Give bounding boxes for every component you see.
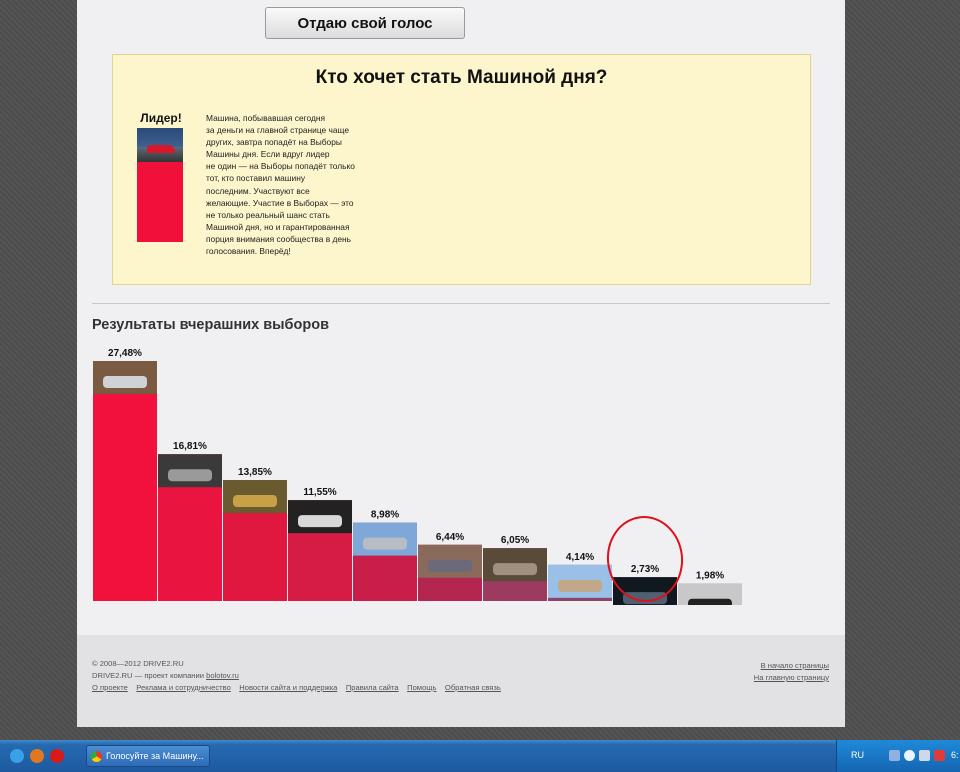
volume-icon[interactable] bbox=[919, 750, 930, 761]
leader-car-photo[interactable] bbox=[137, 128, 183, 162]
car-icon bbox=[363, 537, 407, 550]
promo-text: Машина, побывавшая сегодня за деньги на … bbox=[206, 112, 374, 257]
security-shield-icon[interactable] bbox=[934, 750, 945, 761]
car-icon bbox=[233, 495, 277, 508]
promo-text-line: порция внимания сообщества в день bbox=[206, 233, 352, 244]
promo-box: Кто хочет стать Машиной дня? Лидер! Маши… bbox=[112, 54, 811, 285]
car-icon bbox=[493, 563, 537, 576]
app-tray-icon[interactable] bbox=[904, 750, 915, 761]
chrome-icon bbox=[91, 750, 102, 762]
car-icon bbox=[147, 145, 175, 153]
result-car-photo[interactable] bbox=[418, 544, 482, 578]
footer-company-link[interactable]: bolotov.ru bbox=[206, 671, 239, 680]
opera-icon[interactable] bbox=[50, 749, 64, 763]
promo-text-line: не только реальный шанс стать bbox=[206, 209, 330, 220]
footer-home-link[interactable]: На главную страницу bbox=[754, 673, 829, 682]
footer-link-rules[interactable]: Правила сайта bbox=[346, 683, 399, 692]
result-car-photo[interactable] bbox=[678, 583, 742, 605]
taskbar: Голосуйте за Машину... RU 6: bbox=[0, 740, 960, 772]
promo-title: Кто хочет стать Машиной дня? bbox=[315, 67, 608, 88]
car-icon bbox=[103, 376, 147, 388]
promo-text-line: за деньги на главной странице чаще bbox=[206, 125, 349, 136]
result-bar bbox=[93, 361, 157, 601]
taskbar-window-button[interactable]: Голосуйте за Машину... bbox=[86, 745, 210, 767]
footer-link-advertising[interactable]: Реклама и сотрудничество bbox=[136, 683, 231, 692]
footer-copyright: © 2008—2012 DRIVE2.RU bbox=[92, 659, 184, 668]
firefox-icon[interactable] bbox=[30, 749, 44, 763]
results-chart: 27,48% 16,81% 13,85% 11,55% 8,98% 6,44% 6,05% 4… bbox=[93, 348, 742, 605]
promo-text-line: голосования. Вперёд! bbox=[206, 246, 291, 257]
result-car-photo[interactable] bbox=[158, 454, 222, 488]
car-icon bbox=[298, 515, 342, 528]
footer-company: DRIVE2.RU — проект компании bolotov.ru bbox=[92, 671, 239, 680]
result-car-photo[interactable] bbox=[353, 522, 417, 556]
car-icon bbox=[168, 469, 212, 482]
result-percent-label: 4,14% bbox=[566, 552, 594, 563]
car-icon bbox=[688, 598, 732, 605]
system-tray: RU 6: bbox=[836, 740, 960, 772]
result-car-photo[interactable] bbox=[483, 548, 547, 582]
footer-home-link-wrap: На главную страницу bbox=[754, 673, 829, 682]
results-title: Результаты вчерашних выборов bbox=[92, 317, 329, 333]
result-car-photo[interactable] bbox=[548, 564, 612, 598]
promo-text-line: тот, кто поставил машину bbox=[206, 173, 306, 184]
promo-text-line: Машина, побывавшая сегодня bbox=[206, 113, 326, 123]
divider bbox=[92, 303, 830, 304]
page: Отдаю свой голос Кто хочет стать Машиной… bbox=[77, 0, 845, 727]
footer-company-text: DRIVE2.RU — проект компании bbox=[92, 671, 204, 680]
footer-link-help[interactable]: Помощь bbox=[407, 683, 436, 692]
promo-text-line: последним. Участвуют все bbox=[206, 185, 310, 196]
footer-top-link-wrap: В начало страницы bbox=[761, 661, 829, 670]
car-icon bbox=[558, 579, 602, 592]
result-percent-label: 11,55% bbox=[303, 487, 336, 498]
result-percent-label: 6,44% bbox=[436, 532, 464, 543]
leader-bar bbox=[137, 162, 183, 242]
result-percent-label: 16,81% bbox=[173, 441, 207, 452]
vote-button[interactable]: Отдаю свой голос bbox=[265, 7, 465, 39]
car-icon bbox=[428, 559, 472, 572]
network-icon[interactable] bbox=[889, 750, 900, 761]
result-percent-label: 6,05% bbox=[501, 535, 529, 546]
skype-icon[interactable] bbox=[10, 749, 24, 763]
footer-links: О проекте Реклама и сотрудничество Новос… bbox=[92, 683, 501, 692]
result-percent-label: 8,98% bbox=[371, 510, 399, 521]
result-car-photo[interactable] bbox=[288, 500, 352, 534]
promo-text-line: желающие. Участие в Выборах — это bbox=[206, 197, 354, 208]
taskbar-window-title: Голосуйте за Машину... bbox=[106, 751, 204, 761]
result-car-photo[interactable] bbox=[223, 480, 287, 514]
footer-top-link[interactable]: В начало страницы bbox=[761, 661, 829, 670]
promo-text-line: Машины дня. Если вдруг лидер bbox=[206, 149, 330, 160]
footer-link-feedback[interactable]: Обратная связь bbox=[445, 683, 501, 692]
leader-label: Лидер! bbox=[140, 111, 182, 125]
result-percent-label: 2,73% bbox=[631, 564, 659, 575]
result-percent-label: 13,85% bbox=[238, 467, 272, 478]
footer-link-news[interactable]: Новости сайта и поддержка bbox=[239, 683, 337, 692]
result-car-photo[interactable] bbox=[93, 361, 157, 394]
clock: 6: bbox=[951, 750, 959, 760]
language-indicator[interactable]: RU bbox=[851, 750, 864, 760]
result-percent-label: 1,98% bbox=[696, 571, 724, 582]
result-car-photo[interactable] bbox=[613, 577, 677, 605]
car-icon bbox=[623, 592, 667, 605]
footer-link-about[interactable]: О проекте bbox=[92, 683, 128, 692]
promo-text-line: других, завтра попадёт на Выборы bbox=[206, 137, 342, 148]
footer: © 2008—2012 DRIVE2.RU DRIVE2.RU — проект… bbox=[77, 635, 845, 727]
result-percent-label: 27,48% bbox=[108, 348, 142, 359]
promo-text-line: Машиной дня, но и гарантированная bbox=[206, 221, 350, 232]
promo-text-line: не один — на Выборы попадёт только bbox=[206, 161, 355, 172]
